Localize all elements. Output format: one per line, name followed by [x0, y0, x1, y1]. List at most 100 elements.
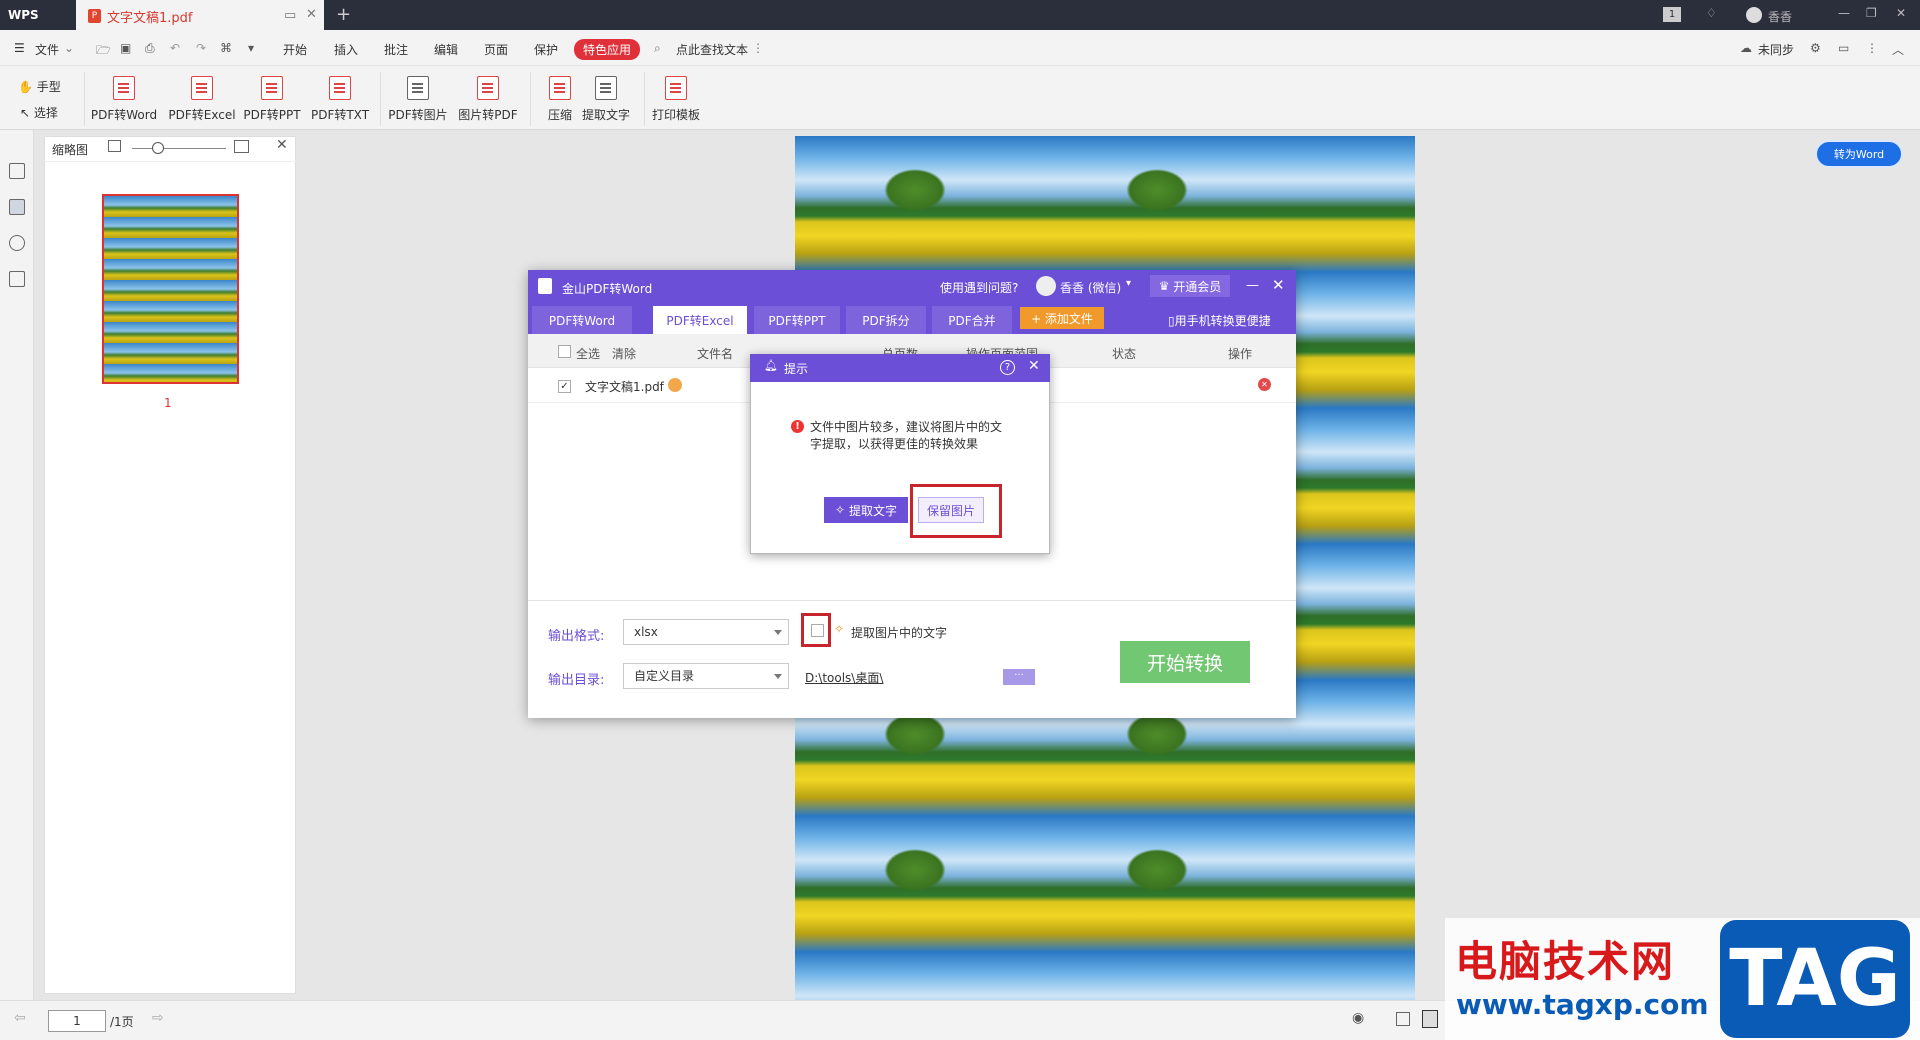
close-window-icon[interactable]: ✕ [1896, 6, 1906, 20]
prev-page-icon[interactable]: ⇦ [14, 1010, 26, 1026]
output-format-select[interactable]: xlsx [623, 619, 789, 645]
file-menu[interactable]: 文件 [35, 41, 59, 58]
menu-start[interactable]: 开始 [283, 41, 307, 58]
add-file-button[interactable]: + 添加文件 [1020, 307, 1104, 329]
watermark-logo: TAG [1720, 920, 1910, 1038]
page-number-input[interactable]: 1 [48, 1010, 106, 1032]
skin-icon[interactable]: ♢ [1706, 6, 1717, 20]
single-page-icon[interactable] [1396, 1012, 1410, 1026]
crown-icon: ♛ [1158, 279, 1170, 293]
pdf-to-txt-button[interactable]: PDF转TXT [306, 76, 374, 123]
hand-label: 手型 [36, 80, 61, 94]
hamburger-icon[interactable]: ☰ [14, 41, 25, 55]
select-tool[interactable]: ↖ 选择 [20, 104, 58, 121]
print-icon[interactable]: ⎙ [145, 41, 155, 56]
sync-status[interactable]: 未同步 [1758, 41, 1794, 58]
image-to-pdf-button[interactable]: 图片转PDF [454, 76, 522, 123]
save-icon[interactable]: ▣ [120, 41, 131, 55]
keep-images-button[interactable]: 保留图片 [918, 497, 984, 523]
undo-icon[interactable]: ↶ [170, 41, 180, 55]
slider-handle[interactable] [152, 142, 164, 154]
tab-pdf-to-excel[interactable]: PDF转Excel [653, 306, 747, 334]
output-dir-select[interactable]: 自定义目录 [623, 663, 789, 689]
dialog-minimize-icon[interactable]: — [1246, 278, 1259, 293]
menu-comment[interactable]: 批注 [384, 41, 408, 58]
menu-special[interactable]: 特色应用 [574, 39, 641, 60]
extract-text-button[interactable]: ✧ 提取文字 [824, 497, 908, 523]
eye-icon[interactable]: ◉ [1352, 1010, 1364, 1026]
annotation-icon[interactable] [9, 235, 25, 251]
minimize-icon[interactable]: — [1838, 6, 1850, 20]
delete-file-icon[interactable]: ✕ [1258, 378, 1271, 391]
hand-tool[interactable]: ✋ 手型 [18, 78, 61, 95]
user-name[interactable]: 香香 [1768, 8, 1792, 25]
clear-link[interactable]: 清除 [612, 345, 636, 362]
zoom-in-thumb-icon[interactable] [234, 140, 249, 153]
pdf-to-excel-button[interactable]: PDF转Excel [168, 76, 236, 123]
settings-icon[interactable]: ⚙ [1810, 41, 1821, 55]
tab-pdf-to-ppt[interactable]: PDF转PPT [754, 306, 840, 334]
tab-pdf-to-word[interactable]: PDF转Word [532, 306, 632, 334]
more-vertical-icon[interactable]: ⋮ [752, 41, 764, 55]
menu-page[interactable]: 页面 [484, 41, 508, 58]
menu-insert[interactable]: 插入 [334, 41, 358, 58]
pdf-to-word-button[interactable]: PDF转Word [90, 76, 158, 123]
zoom-out-thumb-icon[interactable] [108, 140, 121, 152]
select-all-checkbox[interactable] [558, 345, 571, 358]
avatar[interactable] [1036, 276, 1056, 296]
attachment-icon[interactable] [9, 271, 25, 287]
pin-icon[interactable]: ▭ [284, 8, 296, 23]
search-text[interactable]: 点此查找文本 [676, 41, 748, 58]
vip-button[interactable]: ♛ 开通会员 [1150, 275, 1230, 297]
output-path[interactable]: D:\tools\桌面\ [805, 669, 883, 686]
tab-pdf-split[interactable]: PDF拆分 [846, 306, 926, 334]
chat-icon[interactable]: ▭ [1838, 41, 1849, 55]
close-tab-icon[interactable]: ✕ [306, 7, 317, 22]
format-painter-icon[interactable]: ⌘ [220, 41, 232, 55]
mobile-convert-link[interactable]: ▯用手机转换更便捷 [1168, 312, 1271, 329]
help-icon[interactable]: ? [1000, 360, 1015, 375]
browse-button[interactable]: ··· [1003, 669, 1035, 685]
search-icon[interactable]: ⌕ [654, 41, 661, 56]
dialog-user[interactable]: 香香 (微信) [1060, 279, 1121, 296]
tab-document[interactable]: P 文字文稿1.pdf ▭ ✕ [76, 0, 324, 30]
print-template-label: 打印模板 [651, 108, 700, 122]
thumbnail-icon[interactable] [9, 199, 25, 215]
cloud-icon[interactable]: ☁ [1740, 41, 1752, 55]
menu-protect[interactable]: 保护 [534, 41, 558, 58]
more-icon[interactable]: ⋮ [1866, 41, 1878, 55]
menu-edit[interactable]: 编辑 [434, 41, 458, 58]
more-quick-icon[interactable]: ▾ [248, 41, 254, 55]
close-panel-icon[interactable]: ✕ [276, 137, 288, 153]
print-template-button[interactable]: 打印模板 [642, 76, 710, 123]
convert-to-word-button[interactable]: 转为Word [1815, 140, 1903, 168]
open-icon[interactable]: 🗁 [96, 41, 111, 62]
start-convert-button[interactable]: 开始转换 [1120, 641, 1250, 683]
page-thumbnail[interactable] [102, 194, 239, 384]
tab-pdf-merge[interactable]: PDF合并 [932, 306, 1012, 334]
outline-icon[interactable] [9, 163, 25, 179]
chevron-down-icon[interactable]: ▾ [1126, 278, 1131, 289]
chevron-down-icon[interactable]: ⌄ [64, 41, 74, 55]
continuous-page-icon[interactable] [1422, 1010, 1438, 1028]
redo-icon[interactable]: ↷ [196, 41, 206, 55]
avatar[interactable] [1746, 7, 1762, 23]
hand-icon: ✋ [18, 80, 33, 94]
compress-icon [549, 76, 571, 100]
restore-icon[interactable]: ❐ [1866, 6, 1877, 20]
file-checkbox[interactable]: ✓ [558, 380, 571, 393]
select-all-label[interactable]: 全选 [576, 345, 600, 362]
new-tab-button[interactable]: + [336, 4, 351, 25]
help-link[interactable]: 使用遇到问题? [940, 279, 1018, 296]
extract-text-checkbox[interactable] [811, 624, 824, 637]
next-page-icon[interactable]: ⇨ [152, 1010, 164, 1026]
collapse-icon[interactable]: ︿ [1892, 41, 1904, 58]
pdf-to-ppt-button[interactable]: PDF转PPT [238, 76, 306, 123]
tab-wps[interactable]: WPS [0, 0, 72, 30]
prompt-close-icon[interactable]: ✕ [1028, 358, 1040, 374]
thumb-size-slider[interactable] [132, 148, 226, 149]
pdf-to-image-button[interactable]: PDF转图片 [384, 76, 452, 123]
dialog-close-icon[interactable]: ✕ [1272, 276, 1285, 294]
extract-text-button[interactable]: 提取文字 [572, 76, 640, 123]
phone-icon: ▯ [1168, 314, 1175, 328]
